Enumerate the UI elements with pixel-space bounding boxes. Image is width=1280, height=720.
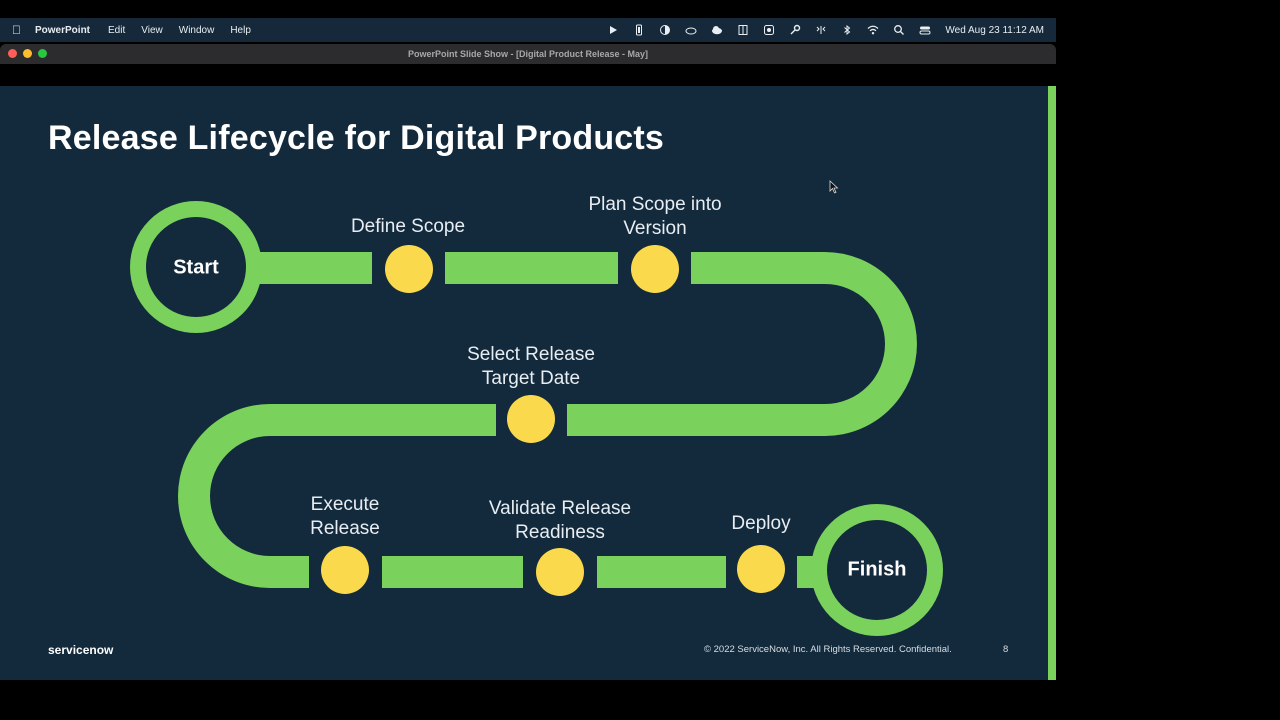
bluetooth-icon[interactable] (841, 24, 853, 36)
book-icon[interactable] (737, 24, 749, 36)
network-icon[interactable] (815, 24, 827, 36)
cloud-icon[interactable] (685, 24, 697, 36)
control-center-icon[interactable] (919, 24, 931, 36)
key-icon[interactable] (789, 24, 801, 36)
start-label: Start (173, 256, 219, 279)
menu-clock[interactable]: Wed Aug 23 11:12 AM (945, 25, 1044, 36)
slide-page-number: 8 (1003, 644, 1009, 655)
stage-label-plan-scope: Plan Scope into Version (588, 194, 722, 239)
battery-icon[interactable] (633, 24, 645, 36)
menu-view[interactable]: View (141, 25, 163, 36)
slide-accent-bar (1048, 86, 1056, 680)
window-bottom-strip (0, 680, 1056, 702)
window-controls (8, 49, 47, 58)
servicenow-logo: servicenow (48, 643, 114, 657)
milestone-select-date[interactable] (507, 395, 555, 443)
wifi-icon[interactable] (867, 24, 879, 36)
stage-label-validate-readiness: Validate Release Readiness (488, 498, 632, 543)
milestone-deploy[interactable] (737, 545, 785, 593)
menu-bar:  PowerPoint Edit View Window Help (0, 18, 1056, 42)
stage-label-select-date: Select Release Target Date (467, 344, 595, 389)
milestone-define-scope[interactable] (385, 245, 433, 293)
finish-label: Finish (847, 558, 907, 581)
milestone-validate-readiness[interactable] (536, 548, 584, 596)
stage-label-define-scope: Define Scope (350, 216, 466, 237)
path-segment-6 (597, 556, 726, 588)
menu-window[interactable]: Window (179, 25, 215, 36)
zoom-window-button[interactable] (38, 49, 47, 58)
milestone-execute-release[interactable] (321, 546, 369, 594)
stage-label-execute-release: Execute Release (310, 494, 380, 539)
close-window-button[interactable] (8, 49, 17, 58)
path-segment-1 (255, 252, 372, 284)
window-titlebar: PowerPoint Slide Show - [Digital Product… (0, 44, 1056, 64)
minimize-window-button[interactable] (23, 49, 32, 58)
badge-icon[interactable] (763, 24, 775, 36)
path-segment-2 (445, 252, 618, 284)
stage-label-deploy: Deploy (731, 513, 791, 534)
menu-app-name[interactable]: PowerPoint (35, 25, 90, 36)
milestone-plan-scope[interactable] (631, 245, 679, 293)
menu-edit[interactable]: Edit (108, 25, 125, 36)
slide[interactable]: Release Lifecycle for Digital Products S (0, 86, 1056, 680)
window-top-strip (0, 64, 1056, 86)
mouse-cursor-icon (829, 180, 839, 194)
path-segment-3 (691, 252, 825, 284)
slide-copyright: © 2022 ServiceNow, Inc. All Rights Reser… (704, 644, 952, 655)
window-title: PowerPoint Slide Show - [Digital Product… (407, 49, 649, 59)
half-circle-icon[interactable] (659, 24, 671, 36)
path-segment-4 (270, 404, 496, 436)
menu-help[interactable]: Help (230, 25, 251, 36)
path-segment-5 (382, 556, 523, 588)
apple-icon[interactable]:  (12, 23, 21, 37)
search-icon[interactable] (893, 24, 905, 36)
play-icon[interactable] (607, 24, 619, 36)
weather-icon[interactable] (711, 24, 723, 36)
